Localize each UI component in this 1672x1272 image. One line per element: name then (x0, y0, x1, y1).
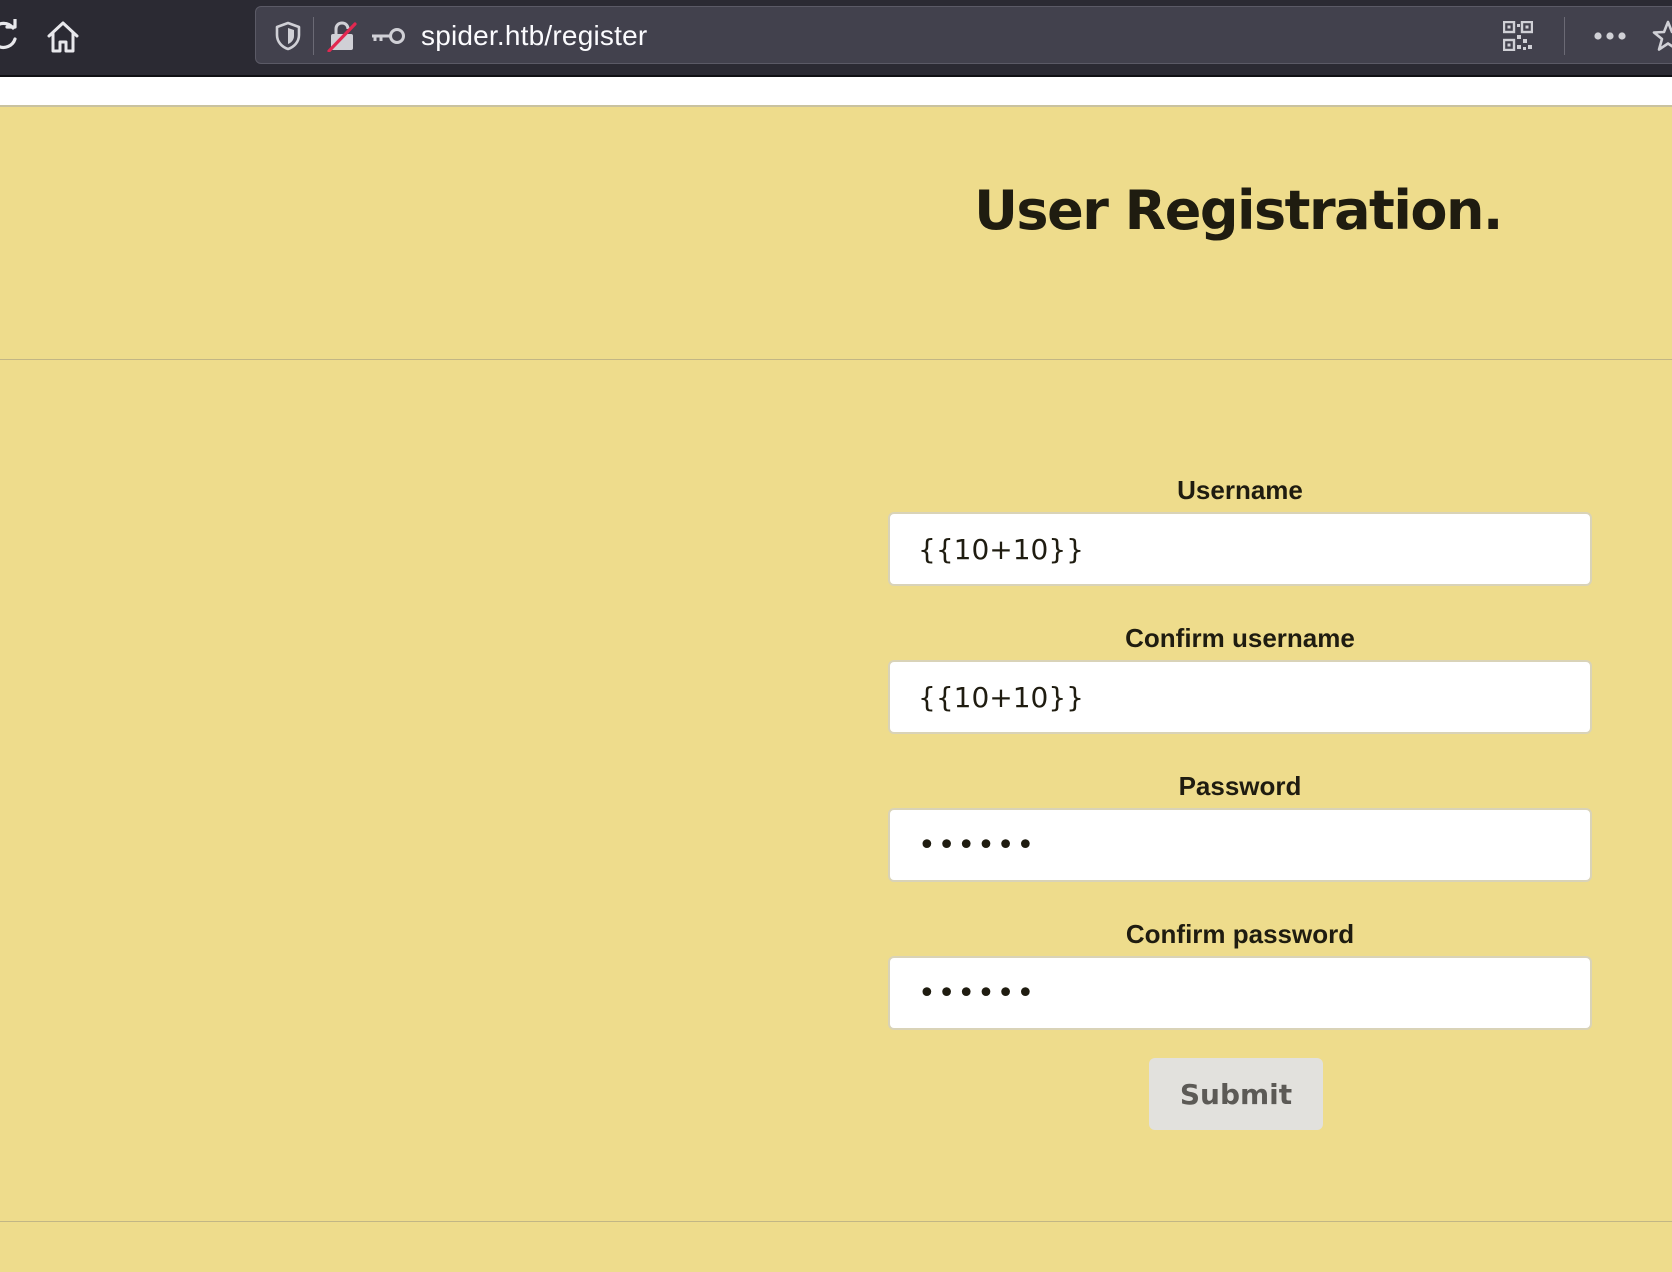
qr-code-button[interactable] (1496, 7, 1540, 65)
page-top-strip (0, 77, 1672, 107)
page-actions-button[interactable] (1586, 7, 1634, 65)
url-text[interactable]: spider.htb/register (421, 7, 647, 65)
confirm-password-input[interactable] (888, 956, 1592, 1030)
browser-toolbar: spider.htb/register (0, 0, 1672, 77)
saved-logins-button[interactable] (368, 7, 408, 65)
bookmark-star-icon (1652, 20, 1672, 51)
confirm-username-input[interactable] (888, 660, 1592, 734)
more-actions-icon (1594, 32, 1626, 40)
password-input[interactable] (888, 808, 1592, 882)
url-divider (313, 17, 314, 55)
home-icon (47, 21, 79, 53)
submit-row: Submit (888, 1058, 1592, 1130)
url-bar[interactable]: spider.htb/register (255, 6, 1672, 64)
password-label: Password (1178, 771, 1302, 801)
reload-button[interactable] (0, 14, 22, 58)
username-input[interactable] (888, 512, 1592, 586)
tracking-protection-button[interactable] (270, 7, 306, 65)
section-divider (0, 1221, 1672, 1222)
site-info-button[interactable] (324, 7, 360, 65)
qr-code-icon (1503, 21, 1533, 51)
submit-button[interactable]: Submit (1149, 1058, 1323, 1130)
username-label: Username (1177, 475, 1303, 505)
tracking-protection-shield-icon (275, 21, 301, 51)
confirm-password-label: Confirm password (1125, 919, 1355, 949)
home-button[interactable] (40, 14, 86, 60)
insecure-lock-icon (327, 21, 357, 52)
reload-icon (0, 19, 17, 49)
url-divider (1564, 17, 1565, 55)
key-icon (372, 28, 405, 44)
registration-form: Username Confirm username Password Confi… (888, 470, 1592, 1130)
page-title: User Registration. (974, 179, 1503, 242)
bookmark-button[interactable] (1646, 7, 1672, 65)
confirm-username-label: Confirm username (1125, 623, 1355, 653)
page-header: User Registration. (0, 107, 1672, 360)
